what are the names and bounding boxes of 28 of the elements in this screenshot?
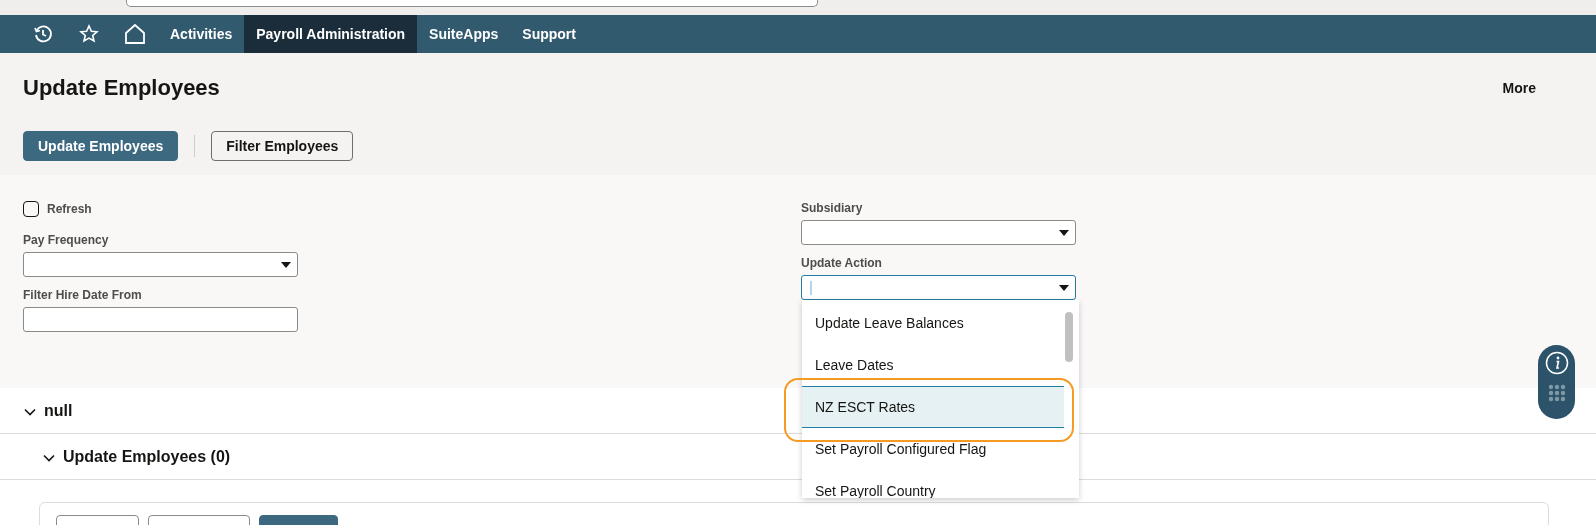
dropdown-option[interactable]: Set Payroll Country: [802, 470, 1064, 498]
global-search-field[interactable]: [126, 0, 818, 7]
nav-tab[interactable]: SuiteApps: [417, 15, 511, 53]
refresh-checkbox[interactable]: [23, 201, 39, 217]
help-widget[interactable]: [1538, 345, 1575, 419]
hire-date-field[interactable]: [23, 307, 298, 332]
dropdown-option[interactable]: NZ ESCT Rates: [802, 386, 1064, 428]
field-label: Subsidiary: [801, 201, 864, 215]
grid-dots-icon[interactable]: [1547, 384, 1566, 402]
nav-tab[interactable]: Activities: [158, 15, 245, 53]
pay-frequency-select[interactable]: [23, 252, 298, 277]
more-menu[interactable]: More: [1502, 80, 1536, 96]
nav-tab[interactable]: Support: [510, 15, 588, 53]
section-title: Update Employees (0): [63, 447, 231, 466]
subsidiary-select[interactable]: [801, 220, 1076, 245]
page-title: Update Employees: [23, 75, 220, 101]
checkbox-label: Refresh: [47, 202, 92, 216]
field-label: Update Action: [801, 256, 883, 270]
primary-button[interactable]: Update Employees: [23, 131, 179, 161]
info-icon[interactable]: [1544, 351, 1569, 375]
secondary-button[interactable]: Filter Employees: [211, 131, 354, 161]
chevron-icon[interactable]: [24, 407, 36, 416]
field-label: Pay Frequency: [23, 233, 110, 247]
field-label: Filter Hire Date From: [23, 288, 143, 302]
scrollbar-thumb[interactable]: [1065, 312, 1073, 362]
chevron-icon[interactable]: [43, 453, 55, 462]
section-title: null: [44, 401, 73, 420]
nav-tab[interactable]: Payroll Administration: [244, 15, 418, 53]
